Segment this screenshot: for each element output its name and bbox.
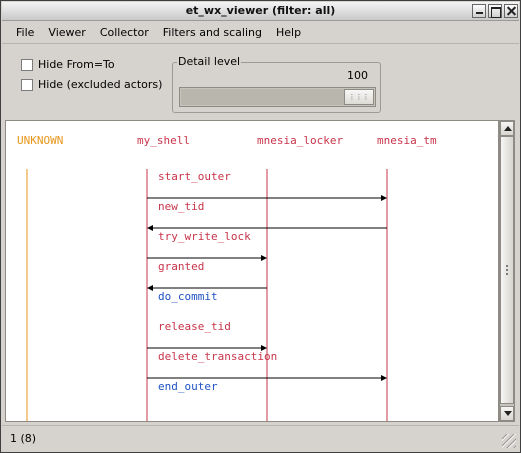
resize-grip-icon[interactable] (502, 434, 516, 448)
event-label: release_tid (158, 320, 231, 333)
actor-name-my-shell: my_shell (137, 134, 190, 147)
maximize-button[interactable] (488, 4, 502, 18)
hide-from-to-label: Hide From=To (38, 58, 115, 71)
event-label: end_outer (158, 380, 218, 393)
actor-name-UNKNOWN: UNKNOWN (17, 134, 63, 147)
menu-collector[interactable]: Collector (93, 26, 156, 39)
sequence-chart: UNKNOWN my_shell mnesia_locker mnesia_tmsta… (17, 134, 437, 421)
close-button[interactable] (504, 4, 518, 18)
arrow-head (147, 225, 153, 231)
detail-level-slider[interactable]: ⋮⋮⋮ (179, 87, 376, 107)
title-bar[interactable]: et_wx_viewer (filter: all) (2, 2, 519, 21)
menu-bar: File Viewer Collector Filters and scalin… (2, 22, 519, 44)
menu-file[interactable]: File (9, 26, 41, 39)
scroll-up-button[interactable] (500, 121, 514, 136)
window-title: et_wx_viewer (filter: all) (185, 4, 336, 17)
minimize-button[interactable] (472, 4, 486, 18)
detail-level-group: Detail level 100 ⋮⋮⋮ (172, 55, 381, 113)
hide-excluded-checkbox[interactable] (21, 78, 33, 91)
actor-name-mnesia-tm: mnesia_tm (377, 134, 437, 147)
vertical-scrollbar[interactable] (499, 120, 515, 422)
arrow-head (261, 255, 267, 261)
detail-level-slider-fill (181, 89, 344, 105)
hide-excluded-option[interactable]: Hide (excluded actors) (21, 78, 162, 91)
event-label: new_tid (158, 200, 204, 213)
event-label: delete_transaction (158, 350, 277, 363)
arrow-head (147, 285, 153, 291)
status-text: 1 (8) (10, 432, 37, 445)
app-window: et_wx_viewer (filter: all) File Viewer C… (0, 0, 521, 453)
scroll-down-button[interactable] (500, 406, 514, 421)
arrow-head (381, 375, 387, 381)
scrollbar-thumb[interactable] (500, 136, 514, 404)
hide-excluded-label: Hide (excluded actors) (38, 78, 163, 91)
event-label: granted (158, 260, 204, 273)
status-bar: 1 (8) (2, 425, 519, 451)
menu-help[interactable]: Help (269, 26, 308, 39)
sequence-chart-canvas[interactable]: UNKNOWN my_shell mnesia_locker mnesia_tmsta… (5, 120, 499, 422)
scrollbar-grip-icon (506, 265, 508, 275)
event-label: try_write_lock (158, 230, 251, 243)
hide-from-to-option[interactable]: Hide From=To (21, 58, 115, 71)
menu-viewer[interactable]: Viewer (41, 26, 92, 39)
hide-from-to-checkbox[interactable] (21, 58, 33, 71)
event-label: start_outer (158, 170, 231, 183)
detail-level-slider-thumb[interactable]: ⋮⋮⋮ (344, 89, 374, 105)
event-label: do_commit (158, 290, 218, 303)
detail-level-value: 100 (347, 69, 368, 82)
controls-panel: Hide From=To Hide (excluded actors) Deta… (2, 45, 519, 119)
actor-name-mnesia-locker: mnesia_locker (257, 134, 343, 147)
detail-level-label: Detail level (177, 55, 242, 68)
menu-filters-and-scaling[interactable]: Filters and scaling (156, 26, 269, 39)
arrow-head (381, 195, 387, 201)
